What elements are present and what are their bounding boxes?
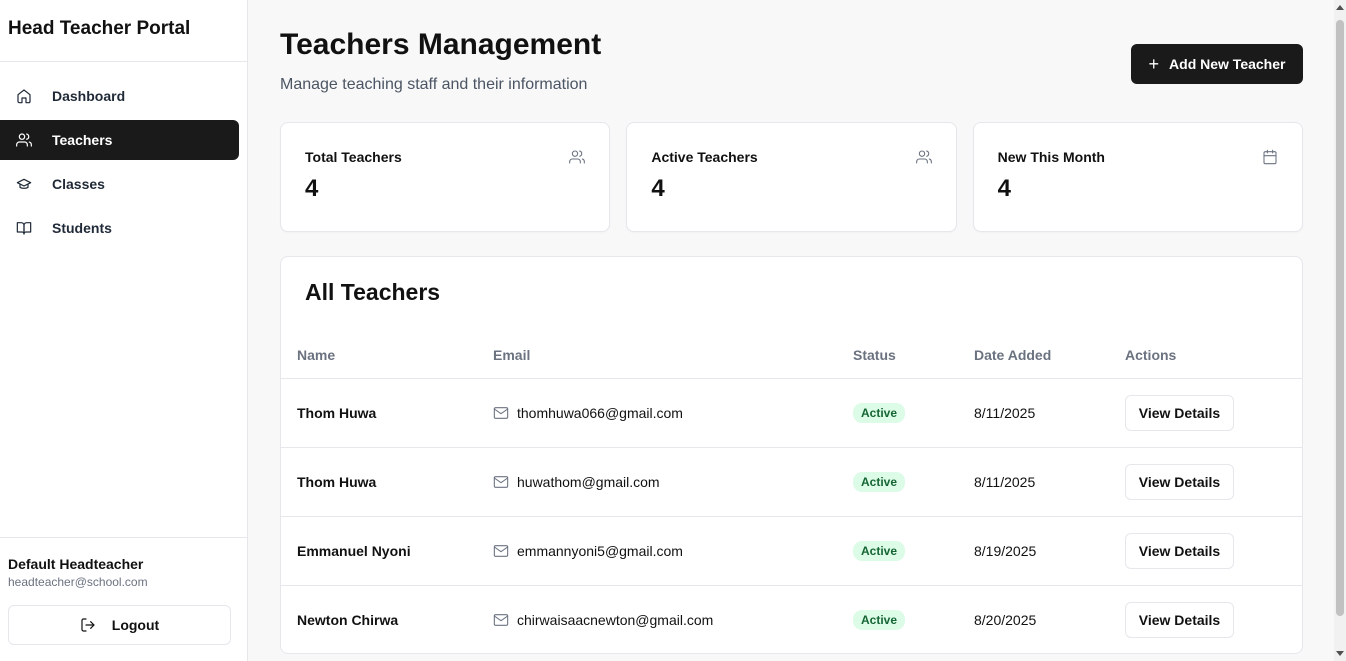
date-added: 8/20/2025: [974, 611, 1037, 628]
teacher-email-cell: huwathom@gmail.com: [477, 447, 837, 517]
stats-row: Total Teachers 4 Active Teachers 4 New T…: [280, 122, 1303, 232]
column-header-actions: Actions: [1109, 333, 1302, 379]
column-header-date-added: Date Added: [958, 333, 1109, 379]
teacher-name: Newton Chirwa: [297, 611, 399, 628]
table-row: Newton Chirwa chirwaisaacnewton@gmail.co…: [281, 585, 1302, 653]
status-cell: Active: [837, 516, 958, 586]
stat-label: Active Teachers: [651, 149, 758, 165]
status-cell: Active: [837, 447, 958, 517]
teacher-email-cell: chirwaisaacnewton@gmail.com: [477, 585, 837, 653]
user-name: Default Headteacher: [8, 556, 144, 572]
table-row: Thom Huwa huwathom@gmail.com Active 8/11…: [281, 447, 1302, 517]
mail-icon: [493, 475, 509, 488]
view-details-button[interactable]: View Details: [1125, 532, 1234, 569]
teacher-name: Thom Huwa: [281, 447, 477, 517]
mail-icon: [493, 613, 509, 626]
teacher-name: Emmanuel Nyoni: [281, 516, 477, 586]
view-details-button[interactable]: View Details: [1125, 463, 1234, 500]
actions-cell: View Details: [1109, 378, 1302, 448]
add-button-label: Add New Teacher: [1169, 56, 1286, 72]
scroll-down-arrow-icon[interactable]: [1336, 651, 1344, 656]
teachers-table: Name Email Status Date Added Actions Tho…: [281, 333, 1302, 653]
status-badge: Active: [853, 609, 906, 630]
date-added: 8/19/2025: [958, 516, 1109, 586]
stat-card-new-this-month: New This Month 4: [972, 122, 1303, 232]
status-badge: Active: [853, 471, 906, 492]
page-subtitle: Manage teaching staff and their informat…: [280, 76, 588, 93]
user-email: headteacher@school.com: [8, 575, 148, 589]
logout-icon: [81, 618, 95, 632]
actions-cell: View Details: [1109, 516, 1302, 586]
status-cell: Active: [837, 378, 958, 448]
actions-cell: View Details: [1109, 447, 1302, 517]
sidebar-footer: Default Headteacher headteacher@school.c…: [0, 537, 247, 661]
date-added: 8/11/2025: [958, 378, 1109, 448]
scroll-up-arrow-icon[interactable]: [1336, 5, 1344, 10]
view-details-button[interactable]: View Details: [1125, 601, 1234, 638]
stat-value: 4: [305, 175, 319, 202]
stat-value: 4: [997, 175, 1012, 202]
teacher-email-cell: emmannyoni5@gmail.com: [477, 516, 837, 586]
stat-card-total-teachers: Total Teachers 4: [280, 122, 611, 232]
add-new-teacher-button[interactable]: + Add New Teacher: [1131, 44, 1303, 84]
actions-cell: View Details: [1109, 585, 1302, 653]
table-row: Emmanuel Nyoni emmannyoni5@gmail.com Act…: [281, 516, 1302, 586]
users-icon: [569, 149, 586, 165]
users-icon: [915, 149, 932, 165]
teachers-table-card: All Teachers Name Email Status Date Adde…: [280, 256, 1303, 654]
status-badge: Active: [853, 540, 906, 561]
table-title: All Teachers: [305, 279, 441, 305]
column-header-name: Name: [281, 333, 477, 379]
plus-icon: +: [1148, 54, 1160, 74]
mail-icon: [493, 544, 509, 557]
column-header-email: Email: [477, 333, 837, 379]
sidebar-item-students[interactable]: Students: [0, 208, 239, 248]
logout-button[interactable]: Logout: [8, 605, 231, 645]
teacher-email-cell: thomhuwa066@gmail.com: [477, 378, 837, 448]
teacher-email: emmannyoni5@gmail.com: [517, 542, 683, 559]
page-title: Teachers Management: [280, 28, 602, 61]
brand-title: Head Teacher Portal: [0, 0, 247, 62]
teacher-email: thomhuwa066@gmail.com: [517, 404, 683, 421]
sidebar-item-label: Dashboard: [52, 88, 126, 104]
stat-label: Total Teachers: [305, 149, 402, 165]
sidebar-item-label: Teachers: [52, 132, 113, 148]
logout-label: Logout: [111, 617, 160, 633]
table-row: Thom Huwa thomhuwa066@gmail.com Active 8…: [281, 378, 1302, 448]
sidebar-item-classes[interactable]: Classes: [0, 164, 239, 204]
calendar-icon: [1262, 149, 1278, 165]
mail-icon: [493, 406, 509, 419]
scrollbar-thumb[interactable]: [1336, 20, 1344, 616]
stat-card-active-teachers: Active Teachers 4: [626, 122, 957, 232]
column-header-status: Status: [837, 333, 958, 379]
sidebar-item-label: Classes: [52, 176, 105, 192]
main-content: Teachers Management Manage teaching staf…: [248, 0, 1334, 661]
status-badge: Active: [853, 402, 906, 423]
sidebar-nav: Dashboard Teachers Classes Students: [0, 62, 247, 248]
date-added: 8/11/2025: [958, 447, 1109, 517]
teacher-name: Thom Huwa: [281, 378, 477, 448]
table-header-row: Name Email Status Date Added Actions: [281, 333, 1302, 379]
view-details-button[interactable]: View Details: [1125, 394, 1234, 431]
sidebar: Head Teacher Portal Dashboard Teachers C…: [0, 0, 248, 661]
sidebar-item-dashboard[interactable]: Dashboard: [0, 76, 239, 116]
teacher-email: huwathom@gmail.com: [517, 473, 660, 490]
book-open-icon: [16, 220, 32, 236]
vertical-scrollbar[interactable]: [1334, 0, 1346, 661]
graduation-cap-icon: [16, 176, 32, 192]
sidebar-item-teachers[interactable]: Teachers: [0, 120, 239, 160]
users-icon: [16, 132, 32, 148]
status-cell: Active: [837, 585, 958, 653]
stat-label: New This Month: [997, 149, 1105, 165]
stat-value: 4: [651, 175, 665, 202]
sidebar-item-label: Students: [52, 220, 112, 236]
teacher-email: chirwaisaacnewton@gmail.com: [517, 611, 714, 628]
home-icon: [16, 88, 32, 104]
